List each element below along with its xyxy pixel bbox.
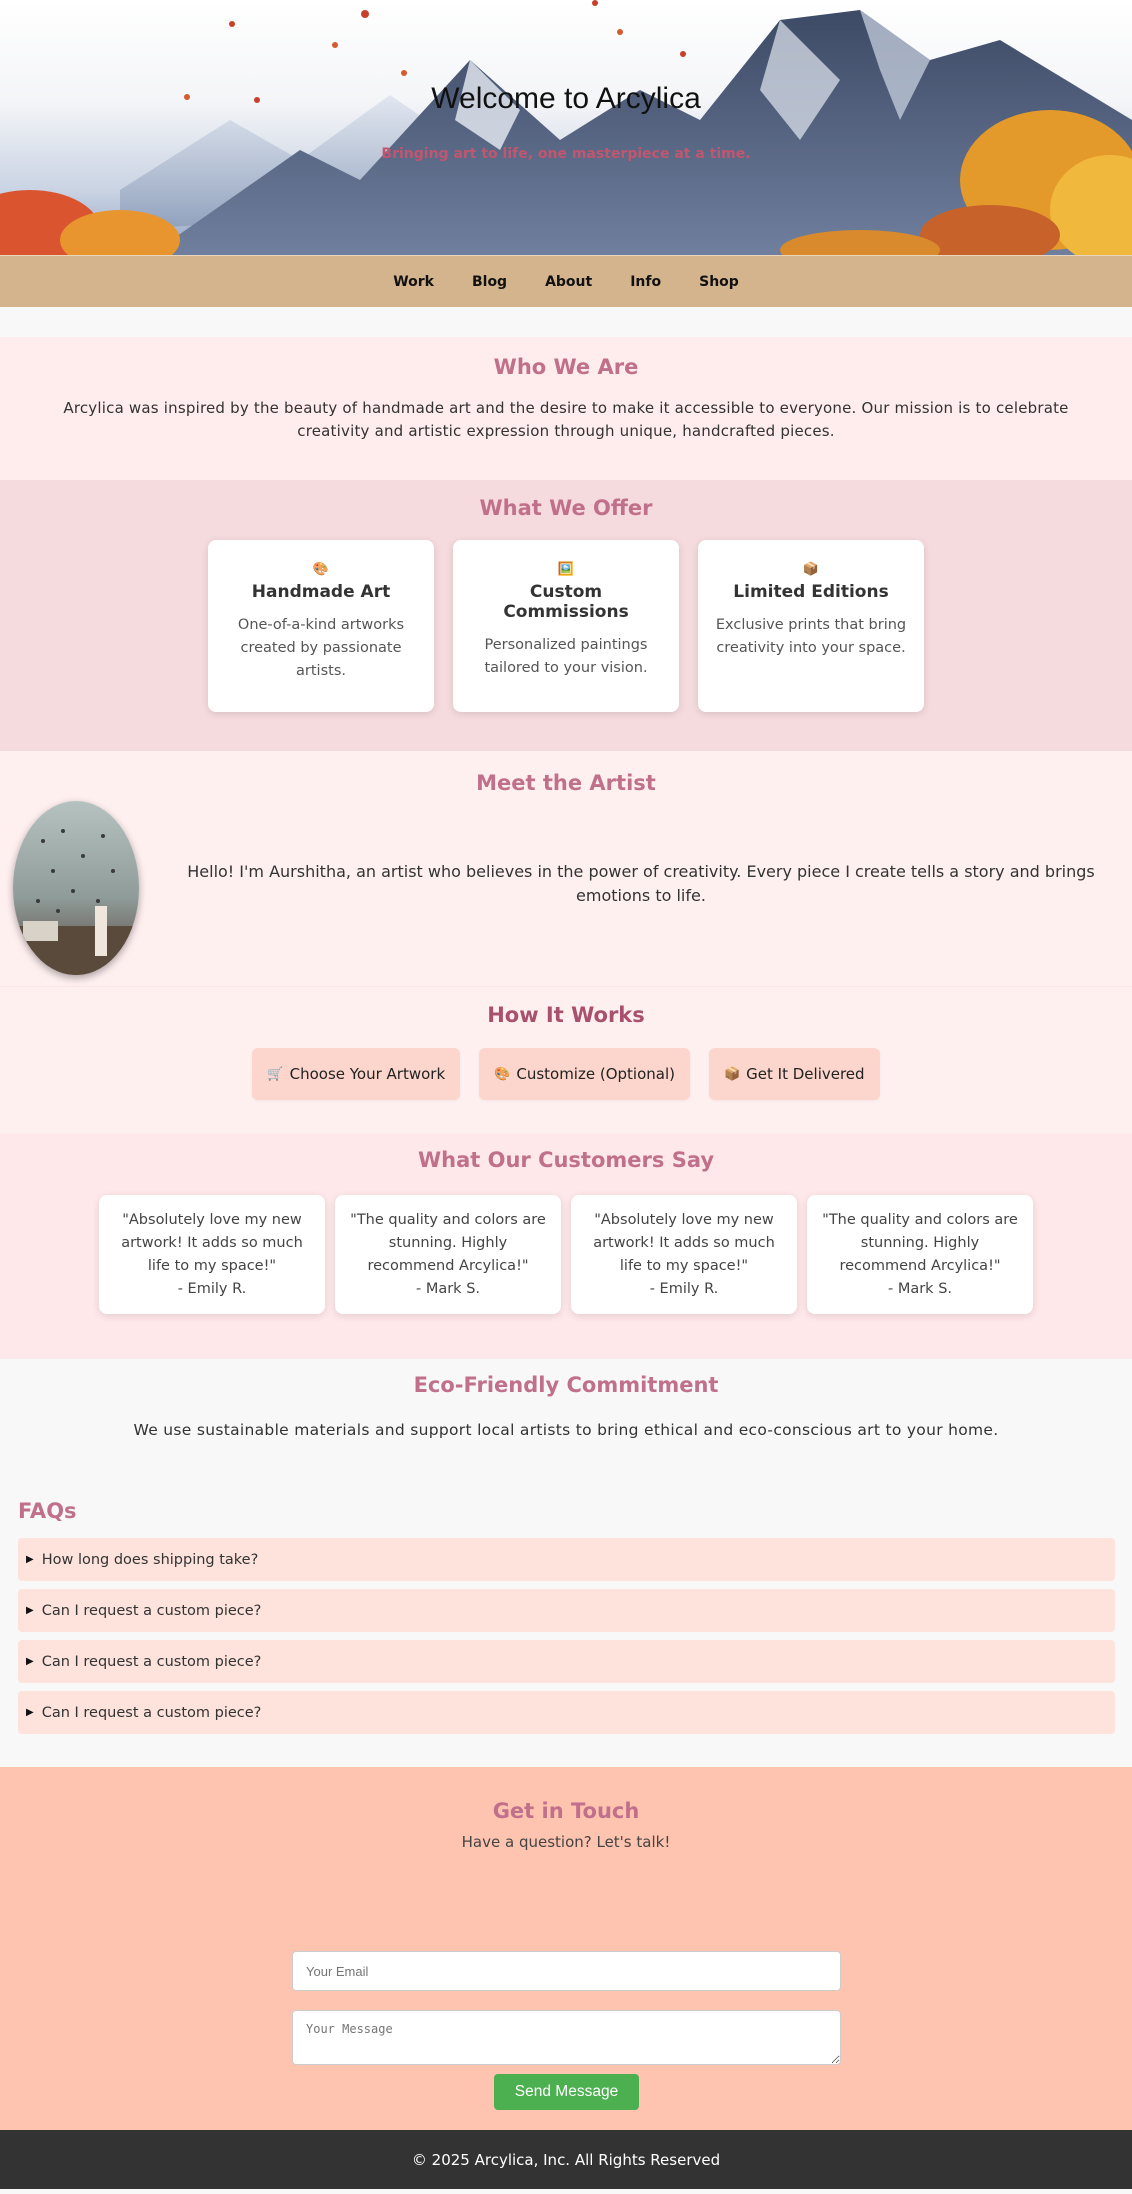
offer-card-title: Limited Editions — [733, 582, 889, 602]
contact-subtitle: Have a question? Let's talk! — [461, 1833, 671, 1851]
offer-card-text: One-of-a-kind artworks created by passio… — [237, 617, 405, 679]
step-choose-artwork: 🛒 Choose Your Artwork — [252, 1048, 461, 1100]
artist-section: Meet the Artist Hello! I'm Aurshitha, an… — [0, 751, 1132, 986]
testimonial-quote: "The quality and colors are stunning. Hi… — [350, 1212, 546, 1274]
contact-form: Send Message — [292, 1951, 841, 2110]
offer-heading: What We Offer — [479, 496, 653, 520]
steps-row: 🛒 Choose Your Artwork 🎨 Customize (Optio… — [0, 1048, 1132, 1100]
who-text: Arcylica was inspired by the beauty of h… — [63, 399, 1069, 440]
offer-cards: 🎨 Handmade Art One-of-a-kind artworks cr… — [0, 540, 1132, 712]
nav-link-work[interactable]: Work — [374, 274, 453, 290]
contact-section: Get in Touch Have a question? Let's talk… — [0, 1767, 1132, 2130]
disclosure-triangle-icon: ▶ — [26, 1605, 34, 1616]
palette-icon: 🎨 — [312, 562, 330, 577]
package-icon: 📦 — [802, 562, 820, 577]
artist-photo — [13, 829, 139, 975]
testimonial-author: - Mark S. — [887, 1281, 953, 1297]
testimonial-card: "Absolutely love my new artwork! It adds… — [99, 1195, 325, 1314]
step-delivered: 📦 Get It Delivered — [708, 1048, 880, 1100]
framed-picture-icon: 🖼️ — [557, 562, 575, 577]
nav-link-about[interactable]: About — [526, 274, 611, 290]
mountain-landscape-image — [0, 0, 1132, 255]
eco-section: Eco-Friendly Commitment We use sustainab… — [0, 1359, 1132, 1489]
message-field[interactable] — [292, 2010, 841, 2065]
step-label: Customize (Optional) — [516, 1065, 675, 1083]
how-heading: How It Works — [487, 1003, 645, 1027]
testimonial-quote: "The quality and colors are stunning. Hi… — [822, 1212, 1018, 1274]
offer-card: 📦 Limited Editions Exclusive prints that… — [698, 540, 924, 712]
hero-banner: Welcome to Arcylica Bringing art to life… — [0, 0, 1132, 255]
nav-link-blog[interactable]: Blog — [453, 274, 526, 290]
testimonial-quote: "Absolutely love my new artwork! It adds… — [121, 1212, 303, 1274]
artist-heading: Meet the Artist — [476, 771, 656, 795]
faq-item[interactable]: ▶ Can I request a custom piece? — [18, 1640, 1115, 1683]
step-label: Get It Delivered — [746, 1065, 865, 1083]
faq-section: FAQs ▶ How long does shipping take? ▶ Ca… — [0, 1489, 1132, 1767]
testimonial-author: - Emily R. — [649, 1281, 719, 1297]
faq-heading: FAQs — [18, 1499, 77, 1523]
disclosure-triangle-icon: ▶ — [26, 1656, 34, 1667]
offer-card: 🎨 Handmade Art One-of-a-kind artworks cr… — [208, 540, 434, 712]
testimonial-author: - Mark S. — [415, 1281, 481, 1297]
faq-item[interactable]: ▶ Can I request a custom piece? — [18, 1589, 1115, 1632]
testimonial-author: - Emily R. — [177, 1281, 247, 1297]
who-we-are-section: Who We Are Arcylica was inspired by the … — [0, 337, 1132, 480]
eco-text: We use sustainable materials and support… — [133, 1421, 999, 1439]
offer-card-title: Custom Commissions — [503, 582, 629, 622]
package-icon: 📦 — [723, 1066, 741, 1082]
artist-bio: Hello! I'm Aurshitha, an artist who beli… — [187, 862, 1095, 905]
testimonial-card: "Absolutely love my new artwork! It adds… — [571, 1195, 797, 1314]
offer-section: What We Offer 🎨 Handmade Art One-of-a-ki… — [0, 480, 1132, 751]
faq-item[interactable]: ▶ How long does shipping take? — [18, 1538, 1115, 1581]
nav-link-info[interactable]: Info — [611, 274, 680, 290]
testimonial-quote: "Absolutely love my new artwork! It adds… — [593, 1212, 775, 1274]
copyright-text: © 2025 Arcylica, Inc. All Rights Reserve… — [411, 2150, 721, 2169]
how-it-works-section: How It Works 🛒 Choose Your Artwork 🎨 Cus… — [0, 986, 1132, 1133]
faq-item[interactable]: ▶ Can I request a custom piece? — [18, 1691, 1115, 1734]
disclosure-triangle-icon: ▶ — [26, 1707, 34, 1718]
disclosure-triangle-icon: ▶ — [26, 1554, 34, 1565]
eco-heading: Eco-Friendly Commitment — [413, 1373, 719, 1397]
testimonials-heading: What Our Customers Say — [417, 1148, 715, 1172]
offer-card: 🖼️ Custom Commissions Personalized paint… — [453, 540, 679, 712]
testimonial-card: "The quality and colors are stunning. Hi… — [807, 1195, 1033, 1314]
step-label: Choose Your Artwork — [289, 1065, 446, 1083]
artist-avatar — [13, 801, 139, 975]
offer-card-text: Personalized paintings tailored to your … — [484, 637, 648, 676]
testimonials-section: What Our Customers Say "Absolutely love … — [0, 1133, 1132, 1359]
faq-question: Can I request a custom piece? — [41, 1653, 262, 1670]
footer: © 2025 Arcylica, Inc. All Rights Reserve… — [0, 2130, 1132, 2189]
faq-question: How long does shipping take? — [41, 1551, 259, 1568]
shopping-cart-icon: 🛒 — [267, 1066, 284, 1082]
hero-title: Welcome to Arcylica — [431, 82, 701, 115]
nav-link-shop[interactable]: Shop — [680, 274, 758, 290]
testimonial-card: "The quality and colors are stunning. Hi… — [335, 1195, 561, 1314]
palette-icon: 🎨 — [494, 1066, 511, 1082]
send-message-button[interactable]: Send Message — [494, 2074, 639, 2110]
offer-card-text: Exclusive prints that bring creativity i… — [715, 617, 907, 656]
testimonial-cards: "Absolutely love my new artwork! It adds… — [0, 1195, 1132, 1314]
offer-card-title: Handmade Art — [251, 582, 391, 602]
hero-subtitle: Bringing art to life, one masterpiece at… — [381, 146, 751, 162]
step-customize: 🎨 Customize (Optional) — [479, 1048, 690, 1100]
faq-question: Can I request a custom piece? — [41, 1704, 262, 1721]
email-field[interactable] — [292, 1951, 841, 1991]
contact-heading: Get in Touch — [492, 1799, 640, 1823]
faq-question: Can I request a custom piece? — [41, 1602, 262, 1619]
who-heading: Who We Are — [493, 355, 639, 379]
main-nav: Work Blog About Info Shop — [0, 255, 1132, 307]
